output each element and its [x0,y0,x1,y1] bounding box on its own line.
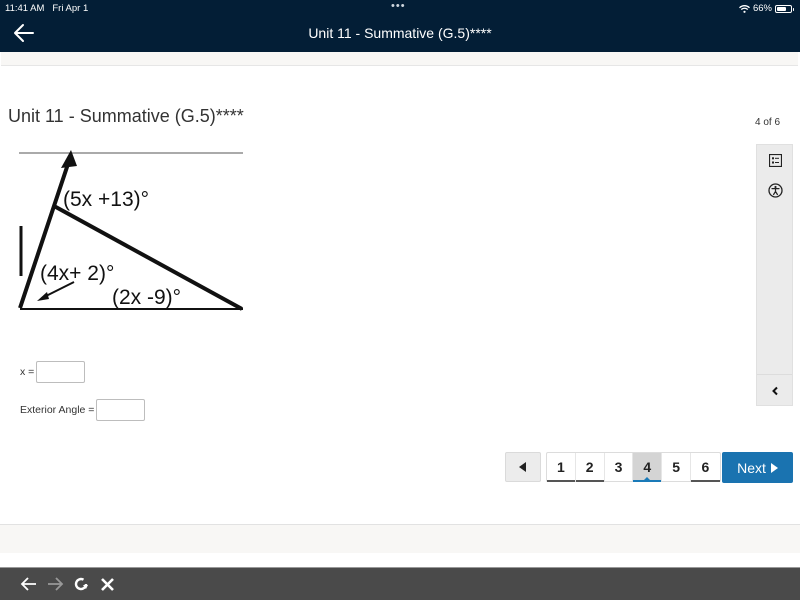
battery-percent: 66% [752,3,772,14]
checklist-icon [768,153,782,167]
exterior-angle-input[interactable] [96,399,146,421]
page-button-1[interactable]: 1 [547,453,576,482]
battery-icon [775,4,794,13]
x-field-row: x = [20,361,86,383]
exterior-angle-label: Exterior Angle = [20,404,95,416]
forward-icon [48,577,64,591]
time-text: 11:41 AM [5,3,45,14]
status-time: 11:41 AM Fri Apr 1 [5,3,88,14]
x-input[interactable] [36,361,86,383]
page-button-3[interactable]: 3 [605,453,634,481]
triangle-diagram: (5x +13)° (4x+ 2)° (2x -9)° [18,150,243,311]
triangle-right-icon [770,462,778,473]
reload-icon [74,577,88,591]
x-field-label: x = [20,366,35,378]
status-bar: 11:41 AM Fri Apr 1 ••• 66% [0,0,800,17]
date-text: Fri Apr 1 [52,3,89,14]
browser-reload-button[interactable] [70,573,92,595]
accessibility-icon [767,182,783,198]
page-button-2[interactable]: 2 [575,453,605,482]
browser-forward-button[interactable] [44,573,66,595]
next-button[interactable]: Next [722,452,793,483]
page-title: Unit 11 - Summative (G.5)**** [8,106,244,126]
footer-strip [0,524,800,553]
browser-back-button[interactable] [18,573,40,595]
multitask-dots[interactable]: ••• [391,0,406,12]
page-button-5[interactable]: 5 [662,453,691,481]
app-header: 11:41 AM Fri Apr 1 ••• 66% Unit 11 - Sum… [0,0,800,52]
arrow-left-icon [14,24,34,42]
browser-toolbar [0,567,800,600]
pointer-arrowhead-icon [37,292,49,301]
angle-left-label: (4x+ 2)° [40,262,114,285]
status-right: 66% [739,3,794,14]
extended-side [18,157,72,309]
browser-close-button[interactable] [96,573,118,595]
question-progress: 4 of 6 [755,117,781,128]
previous-button[interactable] [505,452,541,482]
triangle-left-icon [519,462,526,472]
tools-side-panel [756,144,793,406]
back-icon [20,577,36,591]
page-navigation: 123456 [546,452,721,482]
next-label: Next [737,459,766,476]
chevron-left-icon [771,386,778,395]
page-button-6[interactable]: 6 [690,453,720,482]
battery-fill [777,6,786,11]
exterior-angle-row: Exterior Angle = [20,399,146,421]
accessibility-button[interactable] [766,181,784,199]
page-button-4[interactable]: 4 [633,453,663,482]
sub-header-strip [1,52,798,66]
angle-exterior-label: (5x +13)° [63,188,149,211]
collapse-panel-button[interactable] [757,375,792,406]
app-title: Unit 11 - Summative (G.5)**** [308,25,492,41]
checklist-button[interactable] [766,151,784,169]
angle-right-label: (2x -9)° [112,286,181,309]
wifi-icon [739,4,750,13]
back-button[interactable] [12,22,36,44]
close-icon [100,577,114,591]
